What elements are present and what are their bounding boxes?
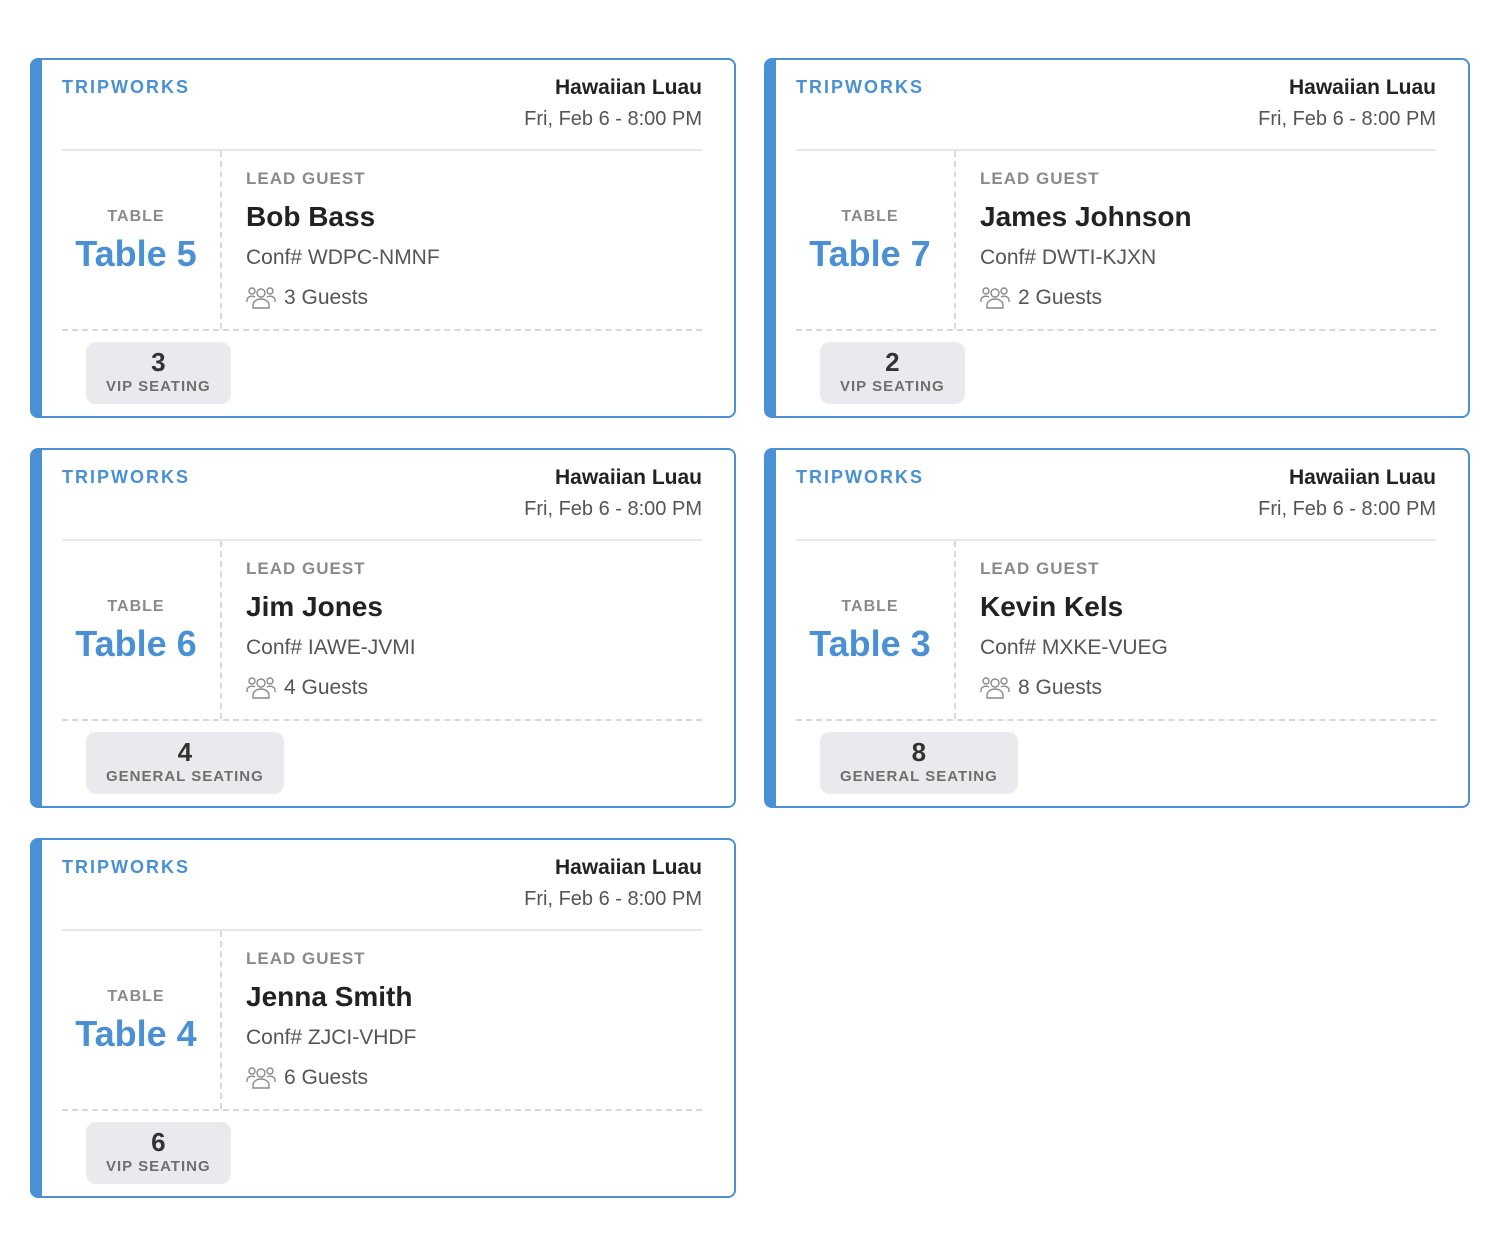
ticket-card[interactable]: TRIPWORKS Hawaiian Luau Fri, Feb 6 - 8:0… — [30, 448, 736, 808]
event-name: Hawaiian Luau — [1288, 76, 1436, 99]
ticket-header: TRIPWORKS Hawaiian Luau Fri, Feb 6 - 8:0… — [62, 60, 702, 151]
guest-count: 4 Guests — [246, 675, 368, 701]
table-section: TABLE Table 5 — [62, 151, 222, 329]
lead-guest-section: LEAD GUEST Jenna Smith Conf# ZJCI-VHDF 6… — [246, 931, 702, 1109]
people-icon — [246, 677, 276, 699]
event-date: Fri, Feb 6 - 8:00 PM — [1258, 498, 1436, 520]
seating-type: VIP SEATING — [840, 378, 945, 395]
guest-count-label: 3 Guests — [284, 286, 369, 309]
ticket-card[interactable]: TRIPWORKS Hawaiian Luau Fri, Feb 6 - 8:0… — [764, 58, 1470, 418]
ticket-grid: TRIPWORKS Hawaiian Luau Fri, Feb 6 - 8:0… — [30, 58, 1470, 1198]
event-name: Hawaiian Luau — [554, 76, 702, 99]
table-section: TABLE Table 6 — [62, 541, 222, 719]
lead-guest-name: Kevin Kels — [980, 591, 1124, 622]
event-name: Hawaiian Luau — [554, 466, 702, 489]
lead-guest-caption: LEAD GUEST — [980, 559, 1100, 578]
brand-label: TRIPWORKS — [62, 77, 190, 97]
table-caption: TABLE — [841, 598, 899, 615]
lead-guest-name: James Johnson — [980, 201, 1192, 232]
confirmation-number: Conf# WDPC-NMNF — [246, 246, 440, 269]
event-name: Hawaiian Luau — [1288, 466, 1436, 489]
people-icon — [980, 287, 1010, 309]
seating-type: GENERAL SEATING — [840, 768, 998, 785]
guest-count: 3 Guests — [246, 285, 368, 311]
table-name: Table 6 — [75, 623, 197, 664]
lead-guest-caption: LEAD GUEST — [246, 169, 366, 188]
guest-count-label: 6 Guests — [284, 1066, 369, 1089]
confirmation-number: Conf# IAWE-JVMI — [246, 636, 416, 659]
people-icon — [246, 1067, 276, 1089]
lead-guest-name: Jim Jones — [246, 591, 383, 622]
event-date: Fri, Feb 6 - 8:00 PM — [524, 498, 702, 520]
table-name: Table 5 — [75, 233, 197, 274]
lead-guest-section: LEAD GUEST Kevin Kels Conf# MXKE-VUEG 8 … — [980, 541, 1436, 719]
ticket-header: TRIPWORKS Hawaiian Luau Fri, Feb 6 - 8:0… — [796, 450, 1436, 541]
lead-guest-name: Bob Bass — [246, 201, 376, 232]
ticket-body: TABLE Table 5 LEAD GUEST Bob Bass Conf# … — [62, 151, 702, 331]
event-date: Fri, Feb 6 - 8:00 PM — [524, 108, 702, 130]
brand-label: TRIPWORKS — [796, 467, 924, 487]
brand-label: TRIPWORKS — [62, 467, 190, 487]
ticket-card[interactable]: TRIPWORKS Hawaiian Luau Fri, Feb 6 - 8:0… — [30, 838, 736, 1198]
seating-count: 6 — [151, 1127, 166, 1157]
guest-count: 8 Guests — [980, 675, 1102, 701]
seating-badge: 8 GENERAL SEATING — [820, 732, 1018, 794]
table-caption: TABLE — [107, 988, 165, 1005]
ticket-body: TABLE Table 6 LEAD GUEST Jim Jones Conf#… — [62, 541, 702, 721]
confirmation-number: Conf# ZJCI-VHDF — [246, 1026, 417, 1049]
guest-count-label: 4 Guests — [284, 676, 369, 699]
lead-guest-caption: LEAD GUEST — [246, 949, 366, 968]
seating-type: VIP SEATING — [106, 1158, 211, 1175]
seating-badge: 6 VIP SEATING — [86, 1122, 231, 1184]
ticket-card[interactable]: TRIPWORKS Hawaiian Luau Fri, Feb 6 - 8:0… — [764, 448, 1470, 808]
seating-badge: 2 VIP SEATING — [820, 342, 965, 404]
table-section: TABLE Table 3 — [796, 541, 956, 719]
brand-label: TRIPWORKS — [796, 77, 924, 97]
seating-type: GENERAL SEATING — [106, 768, 264, 785]
ticket-body: TABLE Table 7 LEAD GUEST James Johnson C… — [796, 151, 1436, 331]
table-caption: TABLE — [107, 598, 165, 615]
event-name: Hawaiian Luau — [554, 856, 702, 879]
guest-count-label: 8 Guests — [1018, 676, 1103, 699]
seating-count: 4 — [177, 737, 193, 767]
ticket-header: TRIPWORKS Hawaiian Luau Fri, Feb 6 - 8:0… — [62, 450, 702, 541]
ticket-body: TABLE Table 3 LEAD GUEST Kevin Kels Conf… — [796, 541, 1436, 721]
lead-guest-caption: LEAD GUEST — [246, 559, 366, 578]
lead-guest-name: Jenna Smith — [246, 981, 413, 1012]
guest-count: 2 Guests — [980, 285, 1102, 311]
table-caption: TABLE — [841, 208, 899, 225]
guest-count-label: 2 Guests — [1018, 286, 1103, 309]
ticket-body: TABLE Table 4 LEAD GUEST Jenna Smith Con… — [62, 931, 702, 1111]
lead-guest-section: LEAD GUEST James Johnson Conf# DWTI-KJXN… — [980, 151, 1436, 329]
ticket-card[interactable]: TRIPWORKS Hawaiian Luau Fri, Feb 6 - 8:0… — [30, 58, 736, 418]
confirmation-number: Conf# DWTI-KJXN — [980, 246, 1157, 269]
people-icon — [246, 287, 276, 309]
people-icon — [980, 677, 1010, 699]
event-date: Fri, Feb 6 - 8:00 PM — [1258, 108, 1436, 130]
event-date: Fri, Feb 6 - 8:00 PM — [524, 888, 702, 910]
table-name: Table 7 — [809, 233, 931, 274]
lead-guest-section: LEAD GUEST Bob Bass Conf# WDPC-NMNF 3 Gu… — [246, 151, 702, 329]
table-caption: TABLE — [107, 208, 165, 225]
seating-count: 2 — [885, 347, 900, 377]
table-name: Table 3 — [809, 623, 931, 664]
seating-count: 8 — [911, 737, 927, 767]
ticket-header: TRIPWORKS Hawaiian Luau Fri, Feb 6 - 8:0… — [796, 60, 1436, 151]
table-name: Table 4 — [75, 1013, 197, 1054]
table-section: TABLE Table 7 — [796, 151, 956, 329]
lead-guest-section: LEAD GUEST Jim Jones Conf# IAWE-JVMI 4 G… — [246, 541, 702, 719]
table-section: TABLE Table 4 — [62, 931, 222, 1109]
seating-badge: 3 VIP SEATING — [86, 342, 231, 404]
seating-badge: 4 GENERAL SEATING — [86, 732, 284, 794]
ticket-header: TRIPWORKS Hawaiian Luau Fri, Feb 6 - 8:0… — [62, 840, 702, 931]
confirmation-number: Conf# MXKE-VUEG — [980, 636, 1168, 659]
seating-type: VIP SEATING — [106, 378, 211, 395]
lead-guest-caption: LEAD GUEST — [980, 169, 1100, 188]
guest-count: 6 Guests — [246, 1065, 368, 1091]
seating-count: 3 — [151, 347, 166, 377]
brand-label: TRIPWORKS — [62, 857, 190, 877]
